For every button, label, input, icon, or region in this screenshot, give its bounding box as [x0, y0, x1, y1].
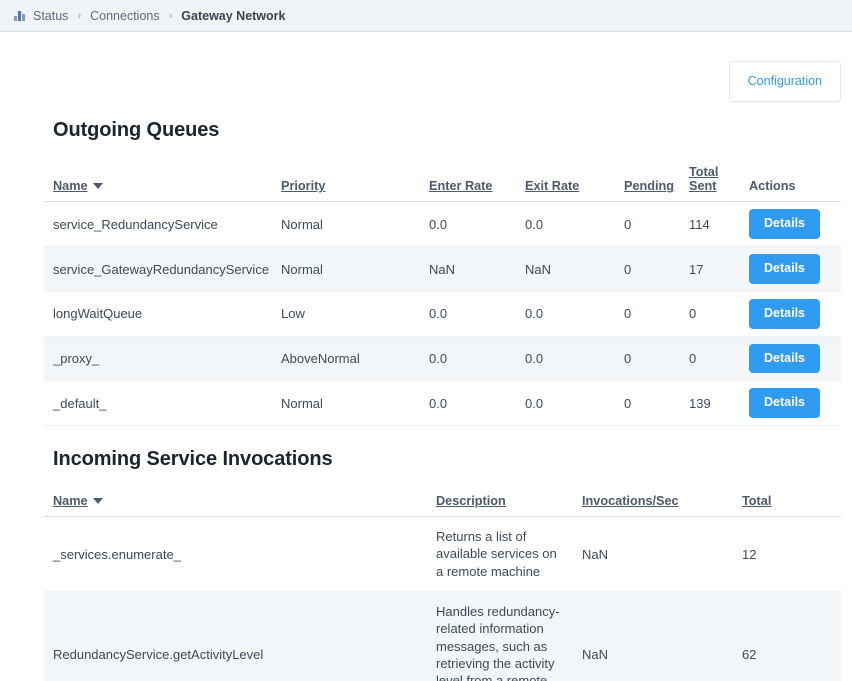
- cell-enter-rate: 0.0: [429, 216, 448, 232]
- cell-total: 62: [742, 647, 757, 663]
- incoming-invocations-header: Name Description Invocations/Sec Total: [44, 490, 841, 518]
- cell-exit-rate: NaN: [525, 261, 552, 277]
- cell-pending: 0: [624, 395, 632, 411]
- cell-total: 12: [742, 546, 757, 562]
- cell-invocations-per-sec: NaN: [582, 647, 609, 663]
- incoming-invocations-section: Incoming Service Invocations Name Descri…: [44, 426, 841, 681]
- cell-pending: 0: [624, 216, 632, 232]
- cell-total-sent: 0: [689, 306, 697, 322]
- table-row: _proxy_ AboveNormal 0.0 0.0 0 0 Details: [44, 336, 841, 381]
- column-header-invocations-per-sec[interactable]: Invocations/Sec: [573, 490, 733, 518]
- cell-queue-name: service_RedundancyService: [53, 216, 218, 232]
- column-header-name[interactable]: Name: [44, 160, 272, 203]
- cell-actions: Details: [740, 336, 841, 381]
- breadcrumb-separator: ›: [168, 9, 173, 22]
- column-header-total[interactable]: Total: [733, 490, 841, 518]
- column-header-total-sent[interactable]: Total Sent: [680, 160, 740, 203]
- column-header-enter-rate[interactable]: Enter Rate: [420, 160, 516, 203]
- incoming-invocations-title: Incoming Service Invocations: [53, 448, 333, 471]
- outgoing-queues-body: service_RedundancyService Normal 0.0 0.0…: [44, 201, 841, 426]
- cell-exit-rate: 0.0: [525, 351, 544, 367]
- table-row: service_RedundancyService Normal 0.0 0.0…: [44, 201, 841, 247]
- column-header-name[interactable]: Name: [44, 490, 427, 518]
- cell-pending: 0: [624, 351, 632, 367]
- cell-description: Returns a list of available services on …: [436, 529, 557, 579]
- cell-enter-rate: 0.0: [429, 395, 448, 411]
- column-header-actions: Actions: [740, 160, 841, 203]
- details-button[interactable]: Details: [749, 343, 820, 374]
- toolbar: Configuration: [11, 32, 841, 102]
- details-button[interactable]: Details: [749, 388, 820, 419]
- cell-actions: Details: [740, 291, 841, 336]
- breadcrumb-item-status[interactable]: Status: [33, 9, 68, 23]
- cell-priority: Normal: [281, 261, 323, 277]
- outgoing-queues-title: Outgoing Queues: [53, 118, 220, 141]
- cell-exit-rate: 0.0: [525, 395, 544, 411]
- breadcrumb: Status › Connections › Gateway Network: [0, 0, 852, 32]
- cell-priority: AboveNormal: [281, 351, 360, 367]
- cell-pending: 0: [624, 261, 632, 277]
- cell-enter-rate: 0.0: [429, 351, 448, 367]
- incoming-invocations-body: _services.enumerate_ Returns a list of a…: [44, 516, 841, 681]
- cell-actions: Details: [740, 381, 841, 426]
- column-header-pending[interactable]: Pending: [615, 160, 680, 203]
- cell-exit-rate: 0.0: [525, 306, 544, 322]
- cell-total-sent: 0: [689, 351, 697, 367]
- cell-actions: Details: [740, 202, 841, 247]
- details-button[interactable]: Details: [749, 254, 820, 284]
- cell-exit-rate: 0.0: [525, 216, 544, 232]
- cell-actions: Details: [740, 247, 841, 292]
- table-row: RedundancyService.getActivityLevel Handl…: [44, 591, 841, 681]
- outgoing-queues-section: Outgoing Queues Name Priority Enter Rate: [44, 102, 841, 427]
- breadcrumb-separator: ›: [77, 9, 82, 22]
- column-header-priority[interactable]: Priority: [272, 160, 420, 203]
- cell-queue-name: _proxy_: [53, 351, 100, 367]
- table-row: _services.enumerate_ Returns a list of a…: [44, 516, 841, 592]
- details-button[interactable]: Details: [749, 298, 820, 329]
- cell-invocation-name: _services.enumerate_: [53, 546, 181, 562]
- cell-pending: 0: [624, 306, 632, 322]
- cell-enter-rate: 0.0: [429, 306, 448, 322]
- outgoing-queues-header: Name Priority Enter Rate Exit Rate Pendi…: [44, 160, 841, 203]
- cell-total-sent: 139: [689, 395, 711, 411]
- bar-chart-icon: [14, 10, 26, 21]
- cell-priority: Low: [281, 306, 305, 322]
- details-button[interactable]: Details: [749, 209, 820, 240]
- cell-description: Handles redundancy-related information m…: [436, 604, 560, 681]
- table-row: longWaitQueue Low 0.0 0.0 0 0 Details: [44, 291, 841, 337]
- cell-priority: Normal: [281, 216, 323, 232]
- page-content: Configuration Outgoing Queues Name Prior…: [0, 32, 852, 681]
- sort-descending-icon: [92, 183, 103, 190]
- cell-priority: Normal: [281, 395, 323, 411]
- sort-descending-icon: [92, 498, 103, 505]
- outgoing-queues-table: Name Priority Enter Rate Exit Rate Pendi…: [44, 160, 841, 427]
- cell-queue-name: _default_: [53, 395, 107, 411]
- incoming-invocations-table: Name Description Invocations/Sec Total _…: [44, 490, 841, 681]
- table-row: _default_ Normal 0.0 0.0 0 139 Details: [44, 380, 841, 426]
- breadcrumb-item-gateway-network: Gateway Network: [181, 8, 286, 23]
- table-header-row: Name Priority Enter Rate Exit Rate Pendi…: [44, 160, 841, 203]
- table-header-row: Name Description Invocations/Sec Total: [44, 490, 841, 518]
- column-header-description[interactable]: Description: [427, 490, 573, 518]
- column-header-exit-rate[interactable]: Exit Rate: [516, 160, 615, 203]
- cell-invocation-name: RedundancyService.getActivityLevel: [53, 647, 264, 663]
- cell-queue-name: service_GatewayRedundancyService: [53, 261, 270, 277]
- cell-queue-name: longWaitQueue: [53, 306, 143, 322]
- configuration-button[interactable]: Configuration: [728, 61, 841, 102]
- cell-enter-rate: NaN: [429, 261, 456, 277]
- breadcrumb-item-connections[interactable]: Connections: [90, 9, 160, 23]
- cell-total-sent: 17: [689, 261, 704, 277]
- cell-invocations-per-sec: NaN: [582, 546, 609, 562]
- cell-total-sent: 114: [689, 216, 710, 232]
- table-row: service_GatewayRedundancyService Normal …: [44, 246, 841, 292]
